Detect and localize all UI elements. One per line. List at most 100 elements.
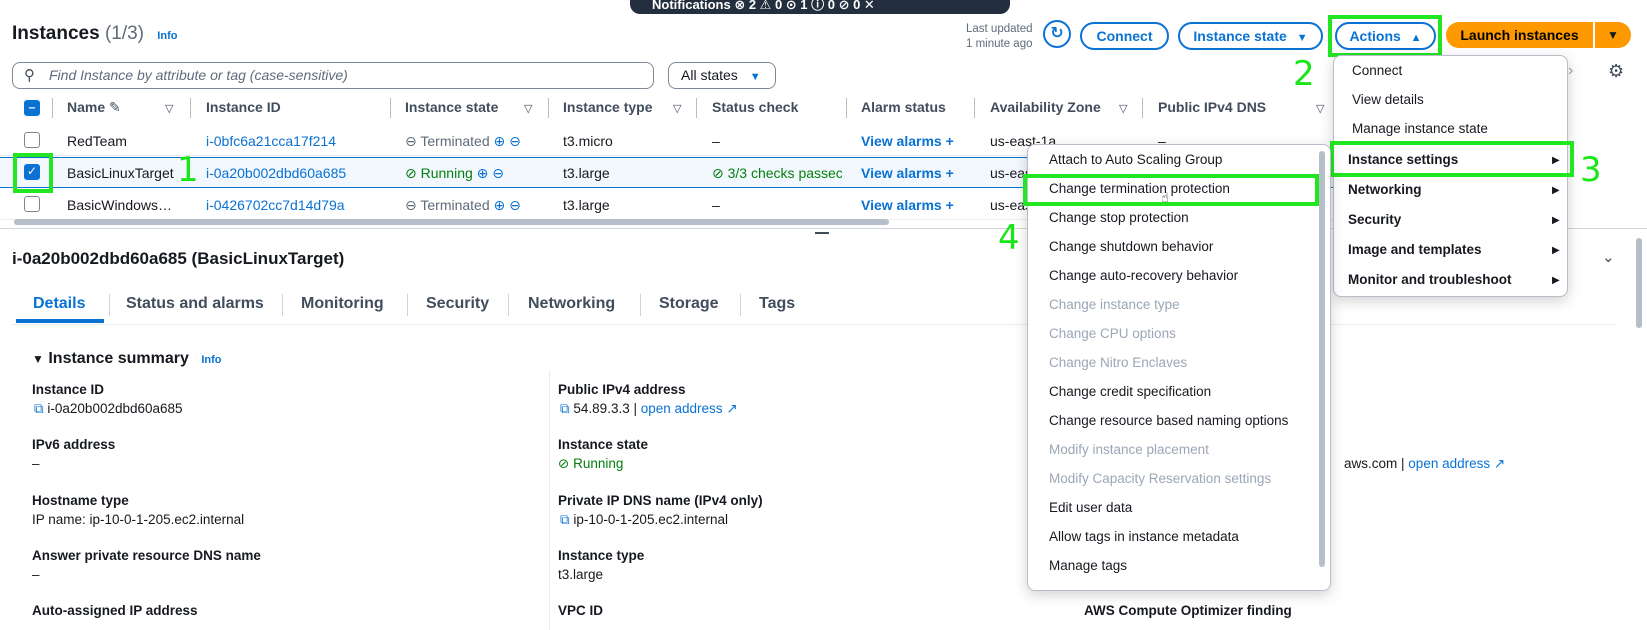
col-status-check[interactable]: Status check (712, 99, 798, 115)
launch-dropdown-icon[interactable]: ▼ (1595, 22, 1631, 48)
tab-networking[interactable]: Networking (528, 295, 615, 313)
private-dns-value: ip-10-0-1-205.ec2.internal (573, 512, 728, 527)
menu-item[interactable]: Change credit specification (1049, 384, 1211, 399)
field-value: ⧉ ip-10-0-1-205.ec2.internal (560, 512, 728, 528)
copy-icon[interactable]: ⧉ (34, 401, 44, 416)
next-page-icon[interactable]: › (1568, 62, 1573, 80)
row-name: BasicLinuxTarget (67, 165, 174, 181)
row-instance-id[interactable]: i-0a20b002dbd60a685 (206, 165, 346, 181)
col-alarm-status[interactable]: Alarm status (861, 99, 946, 115)
row-instance-id[interactable]: i-0bfc6a21cca17f214 (206, 133, 336, 149)
caret-right-icon: ▶ (1552, 275, 1560, 286)
row-checkbox[interactable] (24, 132, 40, 148)
row-instance-id[interactable]: i-0426702cc7d14d79a (206, 197, 345, 213)
view-alarms-link[interactable]: View alarms + (861, 165, 954, 181)
row-name: BasicWindows… (67, 197, 173, 213)
instance-state-button[interactable]: Instance state ▼ (1178, 22, 1323, 50)
menu-item-connect[interactable]: Connect (1352, 63, 1402, 78)
info-link[interactable]: Info (157, 30, 177, 42)
column-divider (549, 370, 550, 630)
row-checkbox[interactable] (24, 196, 40, 212)
sort-icon[interactable]: ▽ (165, 102, 173, 115)
menu-item[interactable]: Change shutdown behavior (1049, 239, 1213, 254)
menu-item[interactable]: Change auto-recovery behavior (1049, 268, 1238, 283)
col-public-dns[interactable]: Public IPv4 DNS (1158, 99, 1266, 115)
field-value: t3.large (558, 567, 604, 582)
submenu-scrollbar[interactable] (1319, 151, 1325, 567)
tab-details[interactable]: Details (33, 295, 85, 313)
menu-item-networking[interactable]: Networking (1348, 182, 1422, 197)
detail-title: i-0a20b002dbd60a685 (BasicLinuxTarget) (12, 249, 345, 268)
view-alarms-link[interactable]: View alarms + (861, 197, 954, 213)
menu-item-disabled: Change instance type (1049, 297, 1180, 312)
zoom-in-icon[interactable]: ⊕ (494, 197, 506, 213)
instance-state-label: Instance state (1193, 28, 1287, 44)
states-select[interactable]: All states ▼ (668, 62, 776, 89)
menu-item[interactable]: Manage tags (1049, 558, 1127, 573)
menu-item-security[interactable]: Security (1348, 212, 1401, 227)
annotation-1: 1 (177, 150, 199, 190)
search-input[interactable]: Find Instance by attribute or tag (case-… (12, 62, 654, 89)
external-link-icon[interactable]: ↗ (1494, 456, 1505, 471)
states-value: All states (681, 67, 738, 83)
col-instance-state[interactable]: Instance state (405, 99, 498, 115)
col-name[interactable]: Name ✎ (67, 99, 121, 116)
horizontal-scrollbar[interactable] (14, 219, 889, 225)
sort-icon[interactable]: ▽ (673, 102, 681, 115)
status-label: 3/3 checks passec (727, 165, 842, 181)
external-link-icon[interactable]: ↗ (726, 401, 737, 416)
field-label: Answer private resource DNS name (32, 548, 261, 563)
tab-monitoring[interactable]: Monitoring (301, 295, 384, 313)
sort-icon[interactable]: ▽ (1119, 102, 1127, 115)
field-label: AWS Compute Optimizer finding (1084, 603, 1292, 618)
tab-security[interactable]: Security (426, 295, 489, 313)
copy-icon[interactable]: ⧉ (560, 512, 570, 527)
field-value: – (32, 567, 40, 582)
menu-item-view-details[interactable]: View details (1352, 92, 1424, 107)
launch-instances-button[interactable]: Launch instances (1446, 22, 1593, 48)
menu-item-manage-state[interactable]: Manage instance state (1352, 121, 1488, 136)
tab-storage[interactable]: Storage (659, 295, 719, 313)
pointer-cursor-icon: ☝ (1161, 190, 1169, 205)
zoom-in-icon[interactable]: ⊕ (477, 165, 489, 181)
open-address-link[interactable]: open address (1408, 456, 1490, 471)
connect-button[interactable]: Connect (1080, 22, 1169, 50)
menu-item[interactable]: Attach to Auto Scaling Group (1049, 152, 1222, 167)
refresh-icon[interactable]: ↻ (1043, 20, 1071, 48)
tab-status-and-alarms[interactable]: Status and alarms (126, 295, 264, 313)
vertical-scrollbar[interactable] (1636, 238, 1642, 328)
notification-bar[interactable]: Notifications ⊗ 2 ⚠ 0 ⊙ 1 ⓘ 0 ⊘ 0 ✕ (630, 0, 1010, 14)
tab-tags[interactable]: Tags (759, 295, 795, 313)
zoom-in-icon[interactable]: ⊕ (494, 133, 506, 149)
menu-item[interactable]: Allow tags in instance metadata (1049, 529, 1239, 544)
zoom-out-icon[interactable]: ⊖ (509, 133, 521, 149)
menu-item[interactable]: Change resource based naming options (1049, 413, 1288, 428)
col-availability-zone[interactable]: Availability Zone (990, 99, 1101, 115)
copy-icon[interactable]: ⧉ (560, 401, 570, 416)
view-alarms-link[interactable]: View alarms + (861, 133, 954, 149)
col-instance-id[interactable]: Instance ID (206, 99, 281, 115)
menu-item[interactable]: Edit user data (1049, 500, 1132, 515)
row-state: ⊖ Terminated ⊕ ⊖ (405, 133, 521, 150)
check-icon: ⊘ (712, 165, 724, 181)
zoom-out-icon[interactable]: ⊖ (509, 197, 521, 213)
info-link[interactable]: Info (201, 354, 221, 366)
alarm-label: View alarms (861, 133, 942, 149)
caret-right-icon: ▶ (1552, 215, 1560, 226)
collapse-chevron-icon[interactable]: ⌄ (1602, 248, 1615, 266)
section-header[interactable]: ▼ Instance summary Info (32, 350, 221, 368)
plus-icon: + (945, 165, 954, 181)
sort-icon[interactable]: ▽ (524, 102, 532, 115)
menu-item[interactable]: Change stop protection (1049, 210, 1189, 225)
menu-item-monitor[interactable]: Monitor and troubleshoot (1348, 272, 1511, 287)
settings-gear-icon[interactable]: ⚙ (1608, 61, 1624, 82)
menu-item-image-templates[interactable]: Image and templates (1348, 242, 1482, 257)
resize-handle[interactable] (815, 232, 829, 234)
open-address-link[interactable]: open address (641, 401, 723, 416)
select-all-checkbox[interactable]: – (24, 100, 40, 116)
field-value: IP name: ip-10-0-1-205.ec2.internal (32, 512, 245, 527)
zoom-out-icon[interactable]: ⊖ (492, 165, 504, 181)
col-instance-type[interactable]: Instance type (563, 99, 652, 115)
sort-icon[interactable]: ▽ (1316, 102, 1324, 115)
page-title: Instances (1/3) Info (12, 23, 177, 45)
